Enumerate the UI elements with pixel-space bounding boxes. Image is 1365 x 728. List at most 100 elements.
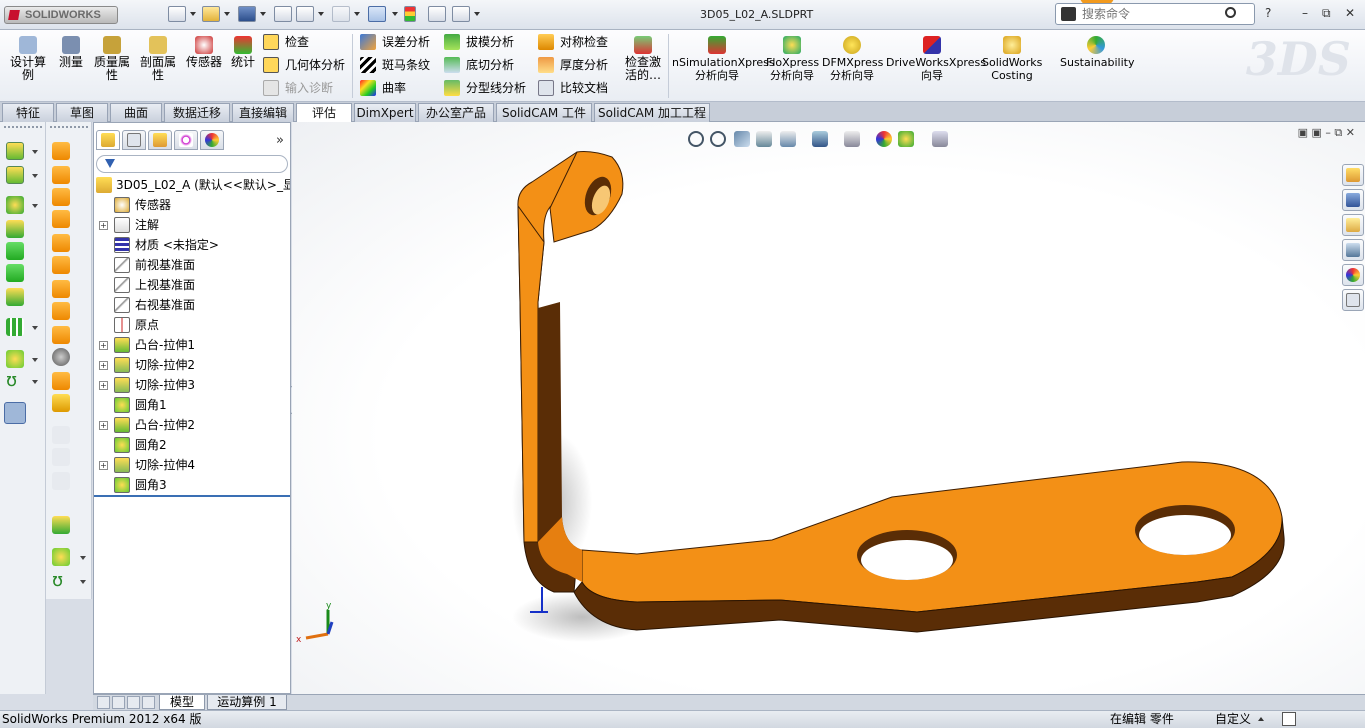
chevron-down-icon[interactable] — [32, 358, 38, 362]
expand-icon[interactable]: + — [99, 221, 108, 230]
chevron-down-icon[interactable] — [260, 12, 266, 16]
tab-display-manager[interactable] — [200, 130, 224, 150]
select-arrow-icon[interactable] — [368, 6, 386, 22]
freeform-icon[interactable] — [52, 394, 70, 412]
tab-sketch[interactable]: 草图 — [56, 103, 108, 122]
undercut-analysis-button[interactable]: 底切分析 — [444, 55, 514, 75]
tree-item[interactable]: 上视基准面 — [94, 275, 290, 295]
first-tab-icon[interactable] — [97, 696, 110, 709]
chamfer-icon[interactable] — [52, 166, 70, 184]
tree-item[interactable]: + 切除-拉伸4 — [94, 455, 290, 475]
reference-geometry-icon[interactable] — [52, 548, 70, 566]
search-icon[interactable] — [1225, 7, 1236, 18]
tab-features[interactable]: 特征 — [2, 103, 54, 122]
next-tab-icon[interactable] — [127, 696, 140, 709]
intersect-icon[interactable] — [52, 302, 70, 320]
tab-model[interactable]: 模型 — [159, 695, 205, 710]
chevron-down-icon[interactable] — [354, 12, 360, 16]
chevron-down-icon[interactable] — [32, 204, 38, 208]
help-button[interactable]: ? — [1265, 6, 1271, 20]
cut-icon[interactable] — [6, 264, 24, 282]
help-icon[interactable] — [1282, 712, 1296, 726]
mass-properties-button[interactable]: 质量属性 — [92, 36, 132, 82]
tab-dimxpert-manager[interactable] — [174, 130, 198, 150]
expand-icon[interactable]: + — [99, 361, 108, 370]
move-face-icon[interactable] — [52, 448, 70, 466]
deviation-analysis-button[interactable]: 误差分析 — [360, 32, 430, 52]
import-diagnostics-button[interactable]: 输入诊断 — [263, 78, 333, 98]
measure-button[interactable]: 测量 — [56, 36, 86, 69]
chevron-down-icon[interactable] — [32, 150, 38, 154]
costing-button[interactable]: SolidWorks Costing — [982, 36, 1042, 82]
design-study-button[interactable]: 设计算例 — [8, 36, 48, 82]
zebra-stripes-button[interactable]: 斑马条纹 — [360, 55, 430, 75]
tree-item[interactable]: + 切除-拉伸2 — [94, 355, 290, 375]
last-tab-icon[interactable] — [142, 696, 155, 709]
tab-surfaces[interactable]: 曲面 — [110, 103, 162, 122]
tree-item[interactable]: 圆角1 — [94, 395, 290, 415]
design-library-tab[interactable] — [1342, 189, 1364, 211]
chevron-down-icon[interactable] — [318, 12, 324, 16]
custom-properties-tab[interactable] — [1342, 289, 1364, 311]
tab-solidcam-machining[interactable]: SolidCAM 加工工程 — [594, 103, 710, 122]
tab-solidcam-stock[interactable]: SolidCAM 工件 — [496, 103, 592, 122]
new-document-icon[interactable] — [168, 6, 186, 22]
surface-icon[interactable] — [52, 516, 70, 534]
tab-evaluate[interactable]: 评估 — [296, 103, 352, 123]
tab-data-migration[interactable]: 数据迁移 — [164, 103, 230, 122]
tab-dimxpert[interactable]: DimXpert — [354, 103, 416, 122]
sustainability-button[interactable]: Sustainability — [1060, 36, 1134, 69]
delete-face-icon[interactable] — [52, 348, 70, 366]
tab-configuration-manager[interactable] — [148, 130, 172, 150]
simulationxpress-button[interactable]: nSimulationXpress 分析向导 — [672, 36, 775, 82]
search-input[interactable] — [1082, 6, 1222, 22]
tree-item[interactable]: 圆角2 — [94, 435, 290, 455]
sensor-button[interactable]: 传感器 — [184, 36, 224, 69]
tree-item[interactable]: 圆角3 — [94, 475, 290, 495]
minimize-button[interactable]: – — [1302, 6, 1308, 20]
chevron-down-icon[interactable] — [474, 12, 480, 16]
tree-item[interactable]: + 注解 — [94, 215, 290, 235]
split-line-icon[interactable] — [52, 472, 70, 490]
expand-icon[interactable]: + — [99, 461, 108, 470]
reference-geometry-icon[interactable] — [6, 350, 24, 368]
statistics-button[interactable]: 统计 — [228, 36, 258, 69]
hole-wizard-icon[interactable] — [6, 288, 24, 306]
fillet-icon[interactable] — [52, 142, 70, 160]
unit-system[interactable]: 自定义 — [1215, 711, 1251, 728]
rebuild-icon[interactable] — [274, 6, 292, 22]
tab-property-manager[interactable] — [122, 130, 146, 150]
chevron-down-icon[interactable] — [392, 12, 398, 16]
loft-icon[interactable] — [6, 220, 24, 238]
options-icon[interactable] — [452, 6, 470, 22]
chevron-up-icon[interactable] — [1258, 717, 1264, 721]
floxpress-button[interactable]: FloXpress 分析向导 — [766, 36, 819, 82]
chevrons-right-icon[interactable]: » — [276, 133, 284, 148]
geometry-analysis-button[interactable]: 几何体分析 — [263, 55, 345, 75]
revolve-icon[interactable] — [6, 166, 24, 184]
solidworks-logo[interactable]: SOLIDWORKS — [4, 6, 118, 24]
tree-item[interactable]: 材质 <未指定> — [94, 235, 290, 255]
draft-analysis-button[interactable]: 拔模分析 — [444, 32, 514, 52]
search-command-box[interactable] — [1055, 3, 1255, 25]
combine-icon[interactable] — [52, 372, 70, 390]
tree-root[interactable]: 3D05_L02_A (默认<<默认>_显 — [94, 175, 290, 195]
chevron-down-icon[interactable] — [224, 12, 230, 16]
prev-tab-icon[interactable] — [112, 696, 125, 709]
part-3d-model[interactable]: x y — [292, 122, 1365, 694]
tree-item[interactable]: 原点 — [94, 315, 290, 335]
undo-icon[interactable] — [332, 6, 350, 22]
chevron-down-icon[interactable] — [80, 580, 86, 584]
check-active-document-button[interactable]: 检查激活的… — [622, 36, 664, 82]
tree-item[interactable]: 右视基准面 — [94, 295, 290, 315]
driveworksxpress-button[interactable]: DriveWorksXpress 向导 — [886, 36, 986, 82]
close-button[interactable]: ✕ — [1345, 6, 1355, 20]
parting-line-analysis-button[interactable]: 分型线分析 — [444, 78, 526, 98]
dfmxpress-button[interactable]: DFMXpress 分析向导 — [822, 36, 883, 82]
shell-icon[interactable] — [52, 234, 70, 252]
sweep-icon[interactable] — [6, 196, 24, 214]
open-folder-icon[interactable] — [202, 6, 220, 22]
tab-direct-editing[interactable]: 直接编辑 — [232, 103, 294, 122]
expand-icon[interactable]: + — [99, 381, 108, 390]
tree-item[interactable]: + 凸台-拉伸1 — [94, 335, 290, 355]
